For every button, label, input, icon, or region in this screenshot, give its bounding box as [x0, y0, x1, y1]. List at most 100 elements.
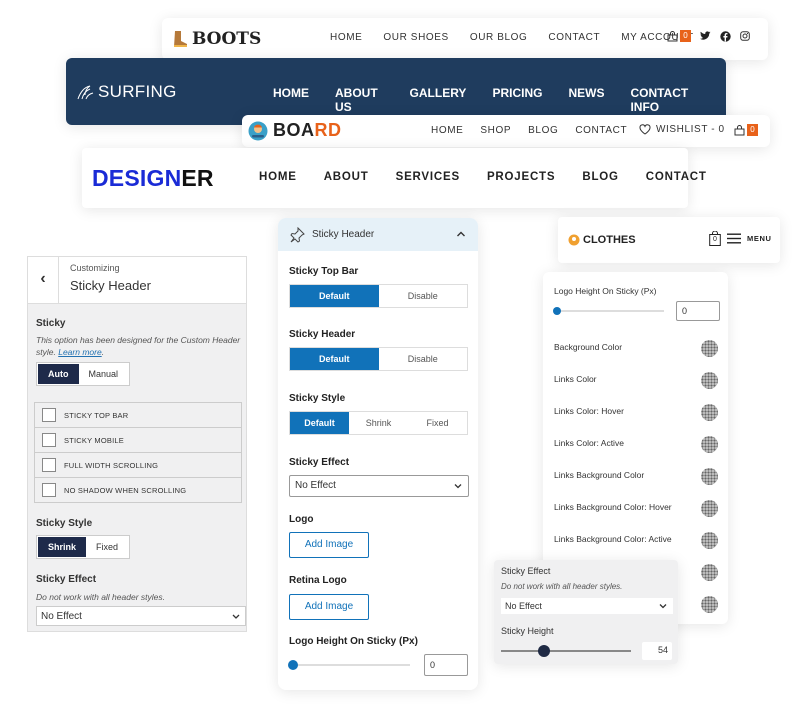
clothes-logo[interactable]: CLOTHES [568, 234, 636, 246]
hamburger-menu-icon[interactable] [727, 233, 741, 244]
boots-logo[interactable]: BOOTS [172, 29, 261, 49]
sticky-height-input[interactable]: 54 [642, 642, 672, 660]
logo-height-label: Logo Height On Sticky (Px) [289, 636, 418, 647]
header-default-option[interactable]: Default [290, 348, 379, 370]
chevron-down-icon [658, 598, 668, 614]
surfing-logo[interactable]: SURFING [76, 82, 177, 102]
boots-header-preview: BOOTS HOME OUR SHOES OUR BLOG CONTACT MY… [162, 18, 768, 60]
logo-height-slider-handle[interactable] [553, 307, 561, 315]
links-bg-hover-color-swatch[interactable] [701, 500, 718, 517]
checkbox-no-shadow[interactable]: NO SHADOW WHEN SCROLLING [34, 478, 242, 503]
chevron-down-icon [231, 607, 241, 627]
designer-nav-item[interactable]: CONTACT [646, 171, 707, 183]
sticky-height-slider-track[interactable] [501, 650, 631, 652]
board-nav-item[interactable]: SHOP [480, 125, 511, 136]
color-setting-label: Links Background Color: Hover [554, 502, 672, 512]
designer-nav-item[interactable]: BLOG [582, 171, 618, 183]
instagram-icon[interactable] [740, 31, 750, 41]
twitter-icon[interactable] [700, 31, 711, 41]
color-setting-label: Links Color: Hover [554, 406, 624, 416]
surfing-nav-item[interactable]: CONTACT INFO [630, 86, 700, 114]
sticky-effect-select[interactable]: No Effect [501, 598, 673, 614]
logo-height-slider-track[interactable] [554, 310, 664, 312]
surfing-nav-item[interactable]: PRICING [492, 86, 542, 114]
sticky-manual-option[interactable]: Manual [79, 364, 129, 384]
checkbox-sticky-top-bar[interactable]: STICKY TOP BAR [34, 402, 242, 428]
designer-nav-item[interactable]: SERVICES [396, 171, 460, 183]
sticky-effect-select[interactable]: No Effect [36, 606, 246, 626]
sticky-auto-option[interactable]: Auto [38, 364, 79, 384]
style-fixed-option[interactable]: Fixed [86, 537, 128, 557]
color-swatch[interactable] [701, 596, 718, 613]
retina-add-image-button[interactable]: Add Image [289, 594, 369, 620]
top-bar-disable-option[interactable]: Disable [379, 285, 468, 307]
boots-nav-item[interactable]: OUR BLOG [470, 32, 528, 43]
menu-label[interactable]: MENU [747, 234, 771, 243]
wave-icon [76, 83, 96, 101]
top-bar-default-option[interactable]: Default [290, 285, 379, 307]
logo-add-image-button[interactable]: Add Image [289, 532, 369, 558]
color-swatch[interactable] [701, 564, 718, 581]
board-cart[interactable]: 0 [734, 124, 758, 136]
links-color-swatch[interactable] [701, 372, 718, 389]
designer-header-preview: DESIGNER HOME ABOUT SERVICES PROJECTS BL… [82, 148, 706, 208]
customizer-subtitle: Customizing [70, 263, 120, 273]
panel-header[interactable]: Sticky Header [278, 218, 478, 251]
facebook-icon[interactable] [720, 30, 731, 42]
chevron-down-icon [453, 476, 463, 496]
boots-nav-item[interactable]: HOME [330, 32, 362, 43]
wishlist-link[interactable]: WISHLIST - 0 [639, 124, 725, 135]
boots-icons: 0 [667, 30, 750, 42]
links-active-color-swatch[interactable] [701, 436, 718, 453]
designer-nav-item[interactable]: ABOUT [324, 171, 369, 183]
logo-height-slider-track[interactable] [289, 664, 410, 666]
background-color-swatch[interactable] [701, 340, 718, 357]
board-nav-item[interactable]: BLOG [528, 125, 558, 136]
logo-height-label: Logo Height On Sticky (Px) [554, 286, 657, 296]
surfing-nav-item[interactable]: NEWS [568, 86, 604, 114]
surfing-nav-item[interactable]: ABOUT US [335, 86, 384, 114]
logo-height-input[interactable]: 0 [424, 654, 468, 676]
sticky-effect-label: Sticky Effect [36, 574, 97, 585]
style-shrink-option[interactable]: Shrink [349, 412, 408, 434]
style-fixed-option[interactable]: Fixed [408, 412, 467, 434]
designer-nav-item[interactable]: PROJECTS [487, 171, 555, 183]
designer-nav-item[interactable]: HOME [259, 171, 297, 183]
designer-logo[interactable]: DESIGNER [92, 165, 214, 192]
boots-nav-item[interactable]: CONTACT [548, 32, 600, 43]
checkbox[interactable] [42, 408, 56, 422]
sticky-height-slider-handle[interactable] [537, 645, 550, 657]
checkbox[interactable] [42, 458, 56, 472]
style-shrink-option[interactable]: Shrink [38, 537, 87, 557]
logo-height-input[interactable]: 0 [676, 301, 720, 321]
checkbox[interactable] [42, 433, 56, 447]
sticky-checkbox-list: STICKY TOP BAR STICKY MOBILE FULL WIDTH … [34, 402, 242, 503]
back-button[interactable]: ‹ [28, 257, 59, 303]
links-bg-active-color-swatch[interactable] [701, 532, 718, 549]
surfing-nav-item[interactable]: HOME [273, 86, 309, 114]
boots-cart[interactable]: 0 [667, 30, 691, 42]
sticky-effect-select[interactable]: No Effect [289, 475, 469, 497]
chevron-up-icon[interactable] [456, 230, 466, 238]
links-hover-color-swatch[interactable] [701, 404, 718, 421]
sticky-settings-panel: Sticky Header Sticky Top Bar Default Dis… [278, 218, 478, 690]
surfing-nav-item[interactable]: GALLERY [410, 86, 467, 114]
color-setting-label: Links Color: Active [554, 438, 624, 448]
learn-more-link[interactable]: Learn more [58, 347, 101, 357]
board-nav-item[interactable]: CONTACT [575, 125, 627, 136]
board-logo[interactable]: BOARD [248, 120, 342, 141]
boots-nav-item[interactable]: OUR SHOES [383, 32, 448, 43]
designer-nav: HOME ABOUT SERVICES PROJECTS BLOG CONTAC… [259, 171, 734, 183]
logo-height-slider-handle[interactable] [288, 660, 298, 670]
checkbox-full-width-scrolling[interactable]: FULL WIDTH SCROLLING [34, 453, 242, 478]
bag-icon [667, 30, 678, 42]
sticky-style-toggle: Default Shrink Fixed [289, 411, 468, 435]
checkbox-sticky-mobile[interactable]: STICKY MOBILE [34, 428, 242, 453]
links-bg-color-swatch[interactable] [701, 468, 718, 485]
board-nav-item[interactable]: HOME [431, 125, 463, 136]
style-default-option[interactable]: Default [290, 412, 349, 434]
customizer-panel: ‹ Customizing Sticky Header Sticky This … [27, 256, 247, 632]
clothes-cart[interactable]: 0 [709, 231, 721, 246]
checkbox[interactable] [42, 483, 56, 497]
header-disable-option[interactable]: Disable [379, 348, 468, 370]
